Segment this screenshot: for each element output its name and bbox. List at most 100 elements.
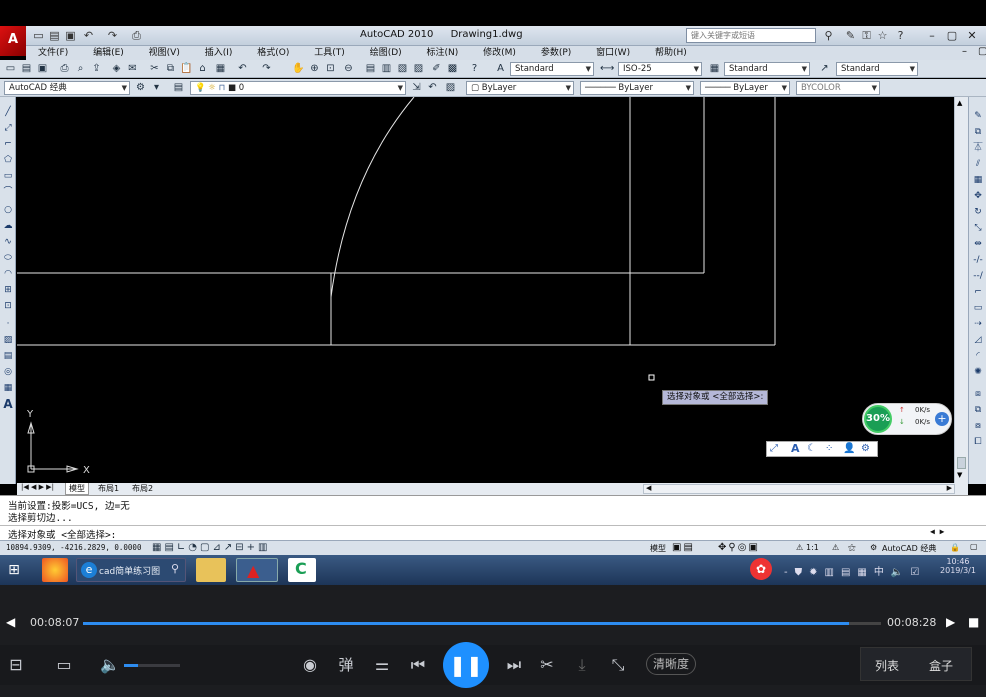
text-style-icon[interactable]: A xyxy=(494,62,507,75)
qp-toggle-icon[interactable]: ▥ xyxy=(258,542,270,553)
playlist-button[interactable]: 列表 xyxy=(875,657,899,674)
trim-icon[interactable]: -/- xyxy=(971,253,985,267)
explode-icon[interactable]: ✺ xyxy=(971,365,985,379)
next-frame-icon[interactable]: ▶ xyxy=(946,615,955,629)
maximize-viewport-icon[interactable]: ⤢ xyxy=(770,443,778,454)
new-file-icon[interactable]: ▭ xyxy=(32,29,45,42)
stretch-icon[interactable]: ⇹ xyxy=(971,237,985,251)
progress-track[interactable] xyxy=(83,622,881,625)
draworder-front-icon[interactable]: ⧉ xyxy=(971,403,985,417)
zoom-window-icon[interactable]: ⊡ xyxy=(324,62,337,75)
lock-icon[interactable]: 🔒 xyxy=(950,543,960,552)
linetype-select[interactable]: ────── ByLayer ▼ xyxy=(580,81,694,95)
table-style-icon[interactable]: ▦ xyxy=(708,62,721,75)
library-icon[interactable]: ⊟ xyxy=(4,653,28,677)
break-at-point-icon[interactable]: ⌐ xyxy=(971,285,985,299)
dim-style-icon[interactable]: ⟷ xyxy=(600,62,614,75)
layer-iso-icon[interactable]: ▨ xyxy=(444,81,457,94)
lwt-toggle-icon[interactable]: + xyxy=(247,542,258,553)
tab-model[interactable]: 模型 xyxy=(65,483,89,495)
menu-edit[interactable]: 编辑(E) xyxy=(93,46,124,60)
zoom-status-icon[interactable]: ⚲ xyxy=(728,542,737,553)
publish-icon[interactable]: ⇪ xyxy=(90,62,103,75)
tray-volume-icon[interactable]: 🔈 xyxy=(891,567,910,578)
line-icon[interactable]: ╱ xyxy=(1,105,15,119)
scissors-icon[interactable]: ✂ xyxy=(535,653,559,677)
command-scroll-arrows-icon[interactable]: ◀ ▶ xyxy=(930,527,944,536)
zoom-previous-icon[interactable]: ⊖ xyxy=(342,62,355,75)
draworder-back-icon[interactable]: ⧇ xyxy=(971,419,985,433)
menu-format[interactable]: 格式(O) xyxy=(257,46,289,60)
hatch-icon[interactable]: ▨ xyxy=(1,333,15,347)
properties-icon[interactable]: ▤ xyxy=(364,62,377,75)
file-explorer-icon[interactable] xyxy=(196,558,226,582)
menu-tools[interactable]: 工具(T) xyxy=(314,46,345,60)
quality-button[interactable]: 清晰度 xyxy=(646,653,697,675)
polyline-icon[interactable]: ⌐ xyxy=(1,137,15,151)
taskbar-search-box[interactable]: e cad简单练习图 ⚲ xyxy=(76,558,186,582)
previous-track-icon[interactable]: ⏮ xyxy=(406,653,430,677)
pan-status-icon[interactable]: ✥ xyxy=(718,542,728,553)
tab-layout2[interactable]: 布局2 xyxy=(129,483,156,494)
sheet-set-icon[interactable]: ▨ xyxy=(412,62,425,75)
copy-object-icon[interactable]: ⧉ xyxy=(971,125,985,139)
toolbar-undo-icon[interactable]: ↶ xyxy=(236,62,249,75)
break-icon[interactable]: ▭ xyxy=(971,301,985,315)
plot-preview-icon[interactable]: ⌕ xyxy=(74,62,87,75)
join-icon[interactable]: ⇢ xyxy=(971,317,985,331)
communication-icon[interactable]: ⚿ xyxy=(860,29,873,42)
layer-manager-icon[interactable]: ▤ xyxy=(172,81,185,94)
save-icon[interactable]: ▣ xyxy=(64,29,77,42)
mirror-icon[interactable]: ⏄ xyxy=(971,141,985,155)
gradient-icon[interactable]: ▤ xyxy=(1,349,15,363)
region-icon[interactable]: ◎ xyxy=(1,365,15,379)
moon-icon[interactable]: ☾ xyxy=(807,443,816,454)
tool-palettes-icon[interactable]: ▧ xyxy=(396,62,409,75)
draworder-icon[interactable]: ⧈ xyxy=(971,387,985,401)
tray-action-center-icon[interactable]: ☑ xyxy=(910,567,926,578)
block-editor-icon[interactable]: ▦ xyxy=(214,62,227,75)
favorites-star-icon[interactable]: ☆ xyxy=(876,29,889,42)
offset-icon[interactable]: ⫽ xyxy=(971,157,985,171)
move-icon[interactable]: ✥ xyxy=(971,189,985,203)
qnew-icon[interactable]: ▭ xyxy=(4,62,17,75)
tray-shield-icon[interactable]: ⛊ xyxy=(795,567,810,578)
net-speed-widget[interactable]: 30% ↑ 0K/s ↓ 0K/s + xyxy=(862,403,952,435)
color-select[interactable]: ▢ ByLayer ▼ xyxy=(466,81,574,95)
settings-gear-icon[interactable]: ⚙ xyxy=(861,443,870,454)
menu-insert[interactable]: 插入(I) xyxy=(205,46,233,60)
erase-icon[interactable]: ✎ xyxy=(971,109,985,123)
drawing-canvas[interactable]: Y X 选择对象或 <全部选择>: 30% ↑ 0K/s ↓ 0K/s + ⤢ … xyxy=(17,97,954,483)
tab-nav-arrows-icon[interactable]: |◀ ◀ ▶ ▶| xyxy=(21,483,54,491)
layer-previous-icon[interactable]: ↶ xyxy=(426,81,439,94)
text-style-select[interactable]: Standard ▼ xyxy=(510,62,594,76)
match-properties-icon[interactable]: ⌂ xyxy=(196,62,209,75)
menu-view[interactable]: 视图(V) xyxy=(149,46,180,60)
ducs-toggle-icon[interactable]: ↗ xyxy=(224,542,235,553)
model-space-label[interactable]: 模型 xyxy=(650,543,666,554)
showmotion-icon[interactable]: ▣ xyxy=(748,542,759,553)
workspace-switch-label[interactable]: AutoCAD 经典 xyxy=(882,543,936,554)
tray-network-icon[interactable]: ▦ xyxy=(857,567,873,578)
dyn-toggle-icon[interactable]: ⊟ xyxy=(235,542,246,553)
make-current-icon[interactable]: ⇲ xyxy=(410,81,423,94)
pause-button[interactable]: ❚❚ xyxy=(443,642,489,688)
steering-wheel-icon[interactable]: ◎ xyxy=(738,542,749,553)
scroll-left-arrow-icon[interactable]: ◀ xyxy=(646,484,651,492)
fillet-icon[interactable]: ◜ xyxy=(971,349,985,363)
snap-points-icon[interactable]: ⁘ xyxy=(825,443,833,454)
ellipse-icon[interactable]: ⬭ xyxy=(1,251,15,265)
eye-icon[interactable]: ◉ xyxy=(298,653,322,677)
copy-icon[interactable]: ⧉ xyxy=(164,62,177,75)
text-front-icon[interactable]: ⧠ xyxy=(971,435,985,449)
layout-icon[interactable]: ▣ xyxy=(672,542,683,553)
extend-icon[interactable]: --/ xyxy=(971,269,985,283)
previous-frame-icon[interactable]: ◀ xyxy=(6,615,15,629)
browser-app-icon[interactable] xyxy=(42,558,68,582)
workspace-lock-icon[interactable]: ▾ xyxy=(150,81,163,94)
print-icon[interactable]: ⎙ xyxy=(130,29,143,42)
array-icon[interactable]: ▦ xyxy=(971,173,985,187)
layer-select[interactable]: 💡 ☼ ⊓ ■ 0 ▼ xyxy=(190,81,406,95)
zoom-realtime-icon[interactable]: ⊕ xyxy=(308,62,321,75)
danmu-button[interactable]: 弹 xyxy=(334,653,358,677)
